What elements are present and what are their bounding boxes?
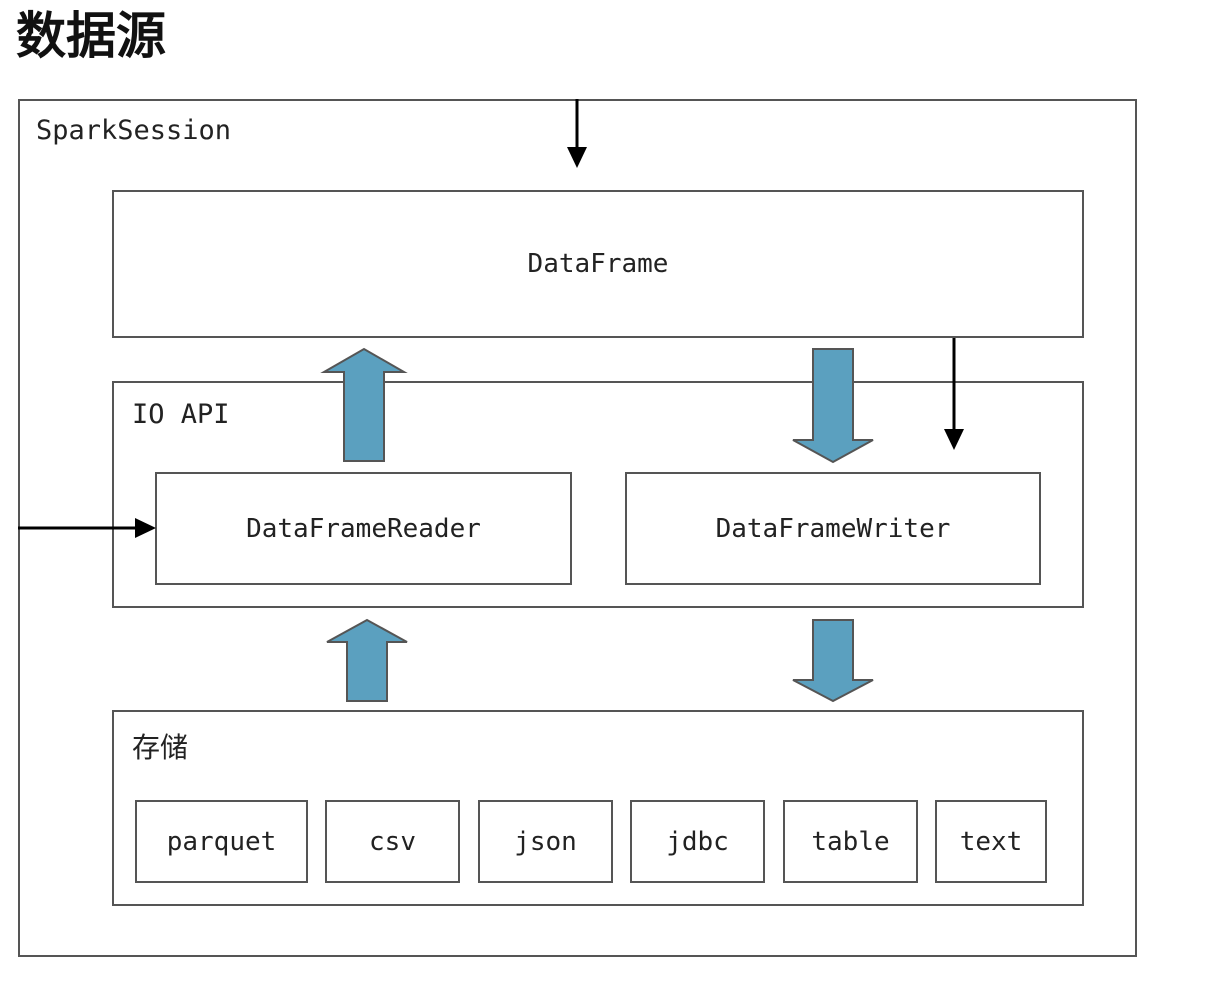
reader-to-dataframe-arrow (320, 347, 408, 462)
arrow-dataframe-to-writer (944, 338, 964, 450)
dataframe-to-writer-arrow (792, 348, 874, 464)
writer-to-storage-arrow (792, 619, 874, 703)
arrow-into-sparksession (567, 99, 587, 168)
arrow-input-to-reader (18, 518, 156, 538)
arrows-layer (18, 99, 964, 703)
storage-to-reader-arrow (326, 618, 408, 702)
